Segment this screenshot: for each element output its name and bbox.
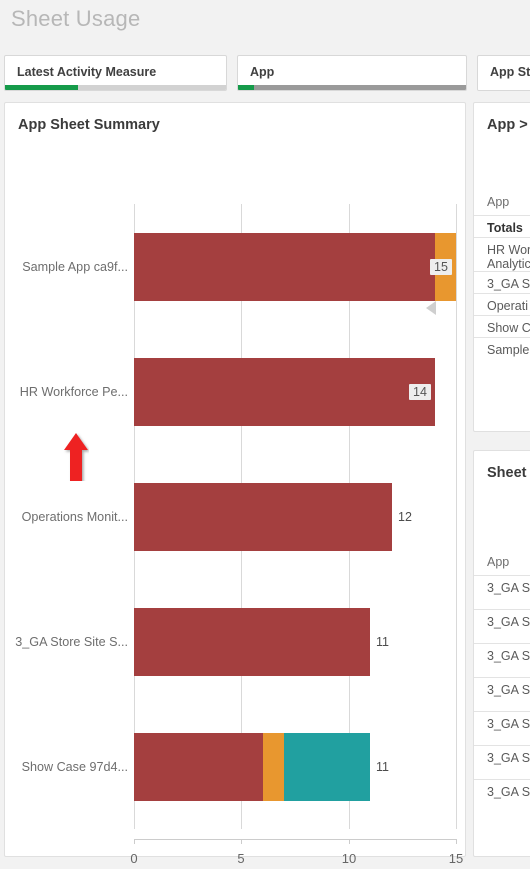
filter-chip-2[interactable]: App St	[477, 55, 530, 91]
category-label[interactable]: 3_GA Store Site S...	[15, 635, 128, 649]
filter-chip-label: App	[250, 65, 275, 79]
x-tick	[134, 839, 135, 844]
bar-value-label: 14	[409, 384, 431, 400]
sheet-table-card: Sheet App 3_GA S 3_GA S 3_GA S 3_GA S 3_GA S 3…	[473, 450, 530, 857]
filter-chip-1[interactable]: App	[237, 55, 467, 91]
bar-value-label: 12	[398, 510, 412, 524]
filter-chip-0[interactable]: Latest Activity Measure	[4, 55, 227, 91]
category-label[interactable]: Sample App ca9f...	[22, 260, 128, 274]
x-tick-label: 0	[130, 851, 138, 866]
x-tick	[349, 839, 350, 844]
filter-chip-progress	[238, 85, 466, 90]
table-cell: 3_GA S	[487, 277, 530, 291]
category-label[interactable]: HR Workforce Pe...	[20, 385, 128, 399]
table-column-header[interactable]: App	[487, 195, 509, 209]
table-column-header[interactable]: App	[487, 555, 509, 569]
x-tick-label: 15	[448, 851, 464, 866]
bar-segment[interactable]	[134, 733, 263, 801]
bar-segment[interactable]	[134, 483, 392, 551]
table-cell: 3_GA S	[487, 581, 530, 595]
app-table-title: App >	[487, 117, 528, 133]
table-cell-line2: Analytic	[487, 257, 530, 271]
app-sheet-summary-card: App Sheet Summary Base SheetsCommunity S…	[4, 102, 466, 866]
table-cell: HR Wor	[487, 243, 530, 257]
progress-track	[238, 85, 466, 90]
progress-fill	[5, 85, 78, 90]
bar-value-label: 11	[376, 635, 389, 649]
progress-fill	[238, 85, 254, 90]
x-gridline	[456, 204, 457, 829]
progress-track	[478, 85, 530, 90]
table-cell: Show C	[487, 321, 530, 335]
bar-segment[interactable]	[134, 233, 435, 301]
bar-segment[interactable]	[134, 358, 435, 426]
red-annotation-arrow-icon	[64, 433, 88, 481]
page-title: Sheet Usage	[11, 6, 141, 31]
category-label[interactable]: Show Case 97d4...	[22, 760, 128, 774]
bar-value-label: 15	[430, 259, 452, 275]
table-cell: Operati	[487, 299, 528, 313]
table-cell: Totals	[487, 221, 523, 235]
x-tick	[241, 839, 242, 844]
bar-segment[interactable]	[134, 608, 370, 676]
category-label[interactable]: Operations Monit...	[22, 510, 128, 524]
x-tick-label: 5	[237, 851, 245, 866]
sheet-table-title: Sheet	[487, 465, 527, 481]
bar-value-label: 11	[376, 760, 389, 774]
x-tick-label: 10	[341, 851, 357, 866]
bar-segment[interactable]	[263, 733, 284, 801]
table-cell: 3_GA S	[487, 649, 530, 663]
bar-segment[interactable]	[284, 733, 370, 801]
x-axis-line	[134, 839, 457, 840]
filter-chip-label: Latest Activity Measure	[17, 65, 157, 79]
filter-chip-progress	[478, 85, 530, 90]
x-tick	[456, 839, 457, 844]
table-cell: 3_GA S	[487, 785, 530, 799]
table-cell: 3_GA S	[487, 717, 530, 731]
table-cell: 3_GA S	[487, 683, 530, 697]
filter-bar: Latest Activity Measure App App St	[0, 55, 530, 92]
sheet-usage-app: Sheet Usage Latest Activity Measure App Ap…	[0, 0, 530, 869]
table-cell: 3_GA S	[487, 615, 530, 629]
filter-chip-progress	[5, 85, 226, 90]
app-table-card: App > App Totals HR Wor Analytic 3_GA S Opera…	[473, 102, 530, 432]
table-cell: Sample	[487, 343, 530, 357]
filter-chip-label: App St	[490, 65, 530, 79]
table-cell: 3_GA S	[487, 751, 530, 765]
